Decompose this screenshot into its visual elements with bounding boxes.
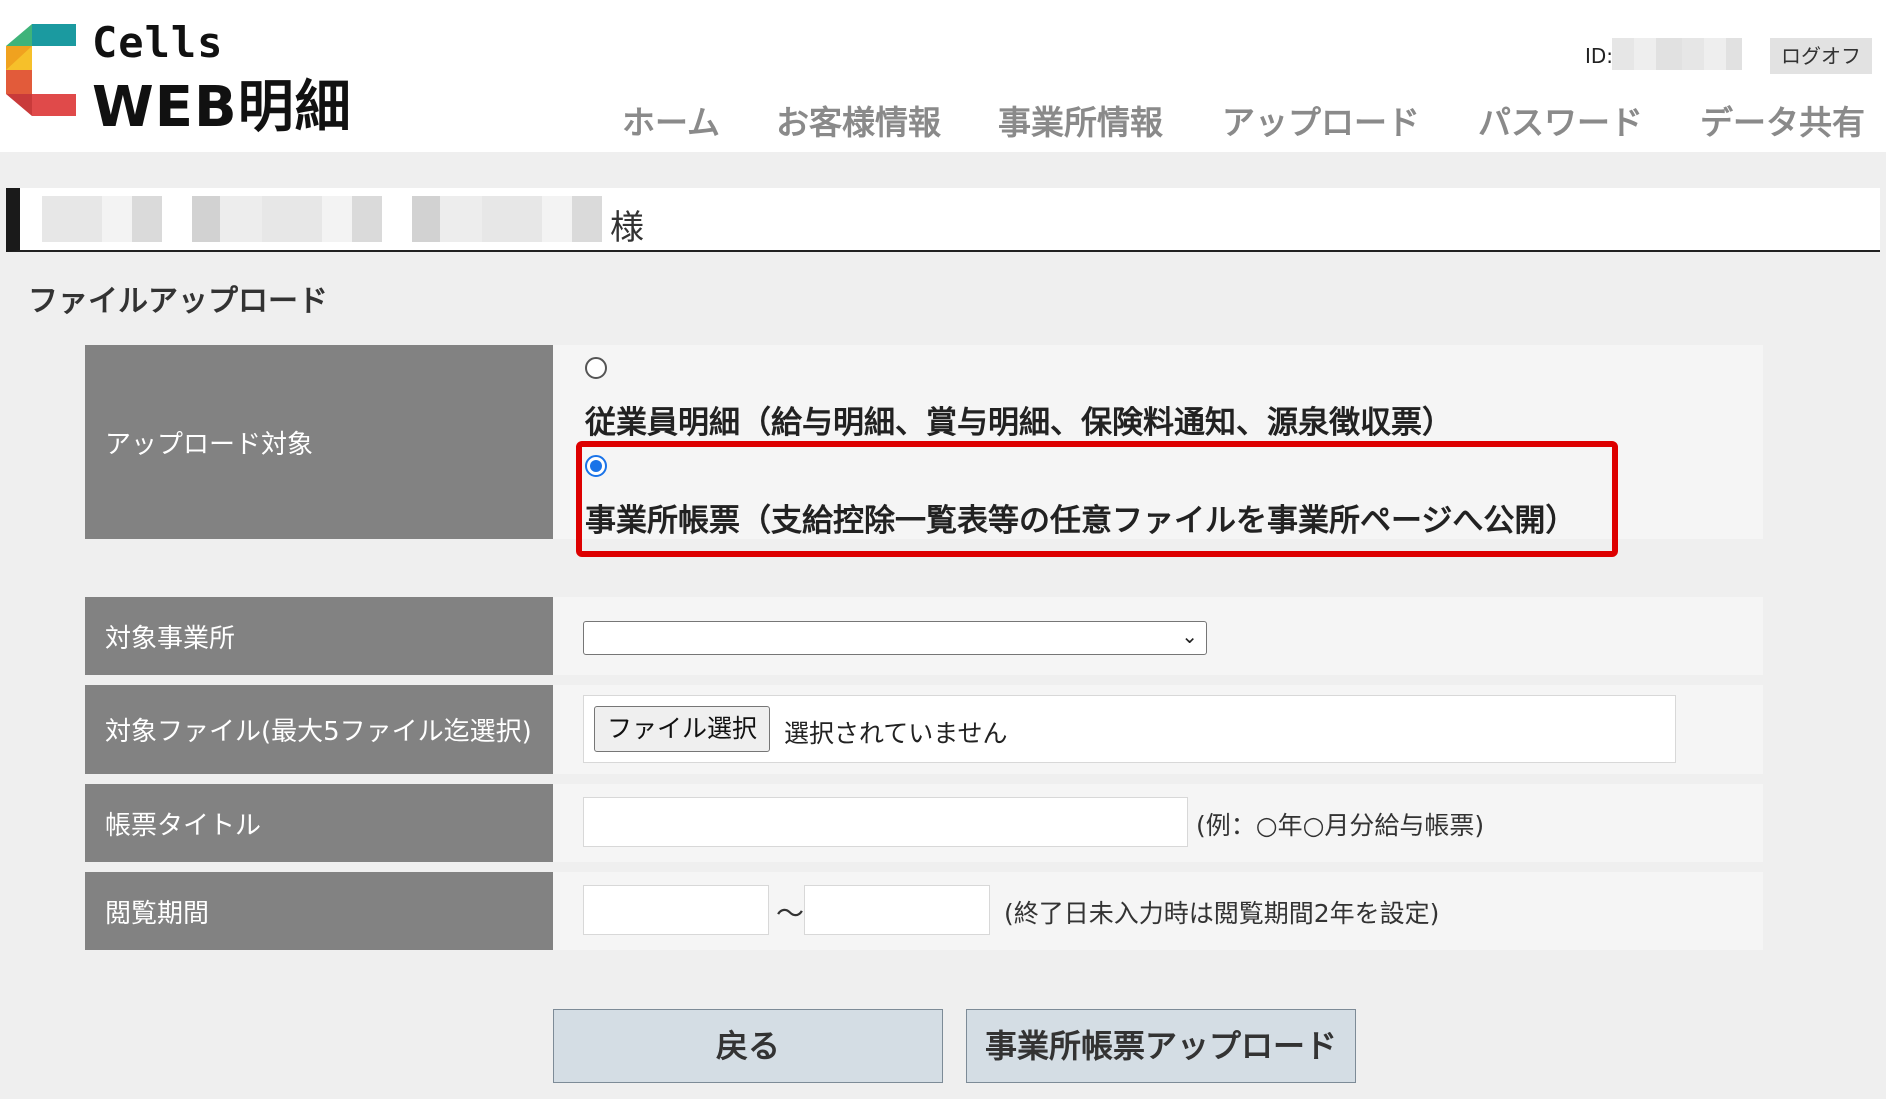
- view-period-label: 閲覧期間: [85, 872, 553, 950]
- selection-highlight-box: [576, 441, 1618, 557]
- nav-customer-info[interactable]: お客様情報: [776, 96, 941, 144]
- view-period-hint: (終了日未入力時は閲覧期間2年を設定): [1004, 899, 1440, 928]
- customer-honorific: 様: [610, 208, 644, 248]
- file-input: ファイル選択 選択されていません: [583, 695, 1676, 763]
- period-separator: ～: [776, 897, 805, 930]
- period-from-input[interactable]: [583, 885, 769, 935]
- chevron-down-icon: ⌄: [1181, 624, 1198, 648]
- nav-office-info[interactable]: 事業所情報: [998, 96, 1163, 144]
- logoff-button[interactable]: ログオフ: [1770, 38, 1872, 74]
- office-select[interactable]: ⌄: [583, 621, 1207, 655]
- radio-employee-statements-label[interactable]: 従業員明細（給与明細、賞与明細、保険料通知、源泉徴収票）: [585, 397, 1453, 442]
- page-title: ファイルアップロード: [28, 284, 328, 319]
- nav-upload[interactable]: アップロード: [1222, 96, 1420, 144]
- office-label: 対象事業所: [85, 597, 553, 675]
- main-nav: ホーム お客様情報 事業所情報 アップロード パスワード データ共有: [0, 96, 1886, 146]
- choose-file-button[interactable]: ファイル選択: [594, 706, 771, 752]
- period-to-input[interactable]: [804, 885, 990, 935]
- customer-bar: 様: [6, 188, 1880, 252]
- file-label: 対象ファイル(最大5ファイル迄選択): [85, 685, 553, 774]
- report-title-input[interactable]: [583, 797, 1188, 847]
- user-id-redacted: [1612, 38, 1742, 70]
- user-id-label: ID:: [1585, 44, 1614, 68]
- nav-password[interactable]: パスワード: [1478, 96, 1643, 144]
- radio-employee-statements[interactable]: [585, 357, 607, 379]
- customer-name-redacted: [42, 196, 612, 242]
- report-title-hint: (例：○年○月分給与帳票): [1196, 811, 1485, 840]
- header: Cells WEB明細 ID: ログオフ ホーム お客様情報 事業所情報 アップ…: [0, 0, 1886, 152]
- file-status-text: 選択されていません: [784, 719, 1008, 748]
- back-button[interactable]: 戻る: [553, 1009, 943, 1083]
- office-forms-upload-button[interactable]: 事業所帳票アップロード: [966, 1009, 1356, 1083]
- brand-top: Cells: [92, 18, 224, 67]
- nav-home[interactable]: ホーム: [622, 96, 720, 144]
- upload-target-label: アップロード対象: [85, 345, 553, 539]
- report-title-label: 帳票タイトル: [85, 784, 553, 862]
- nav-data-share[interactable]: データ共有: [1700, 96, 1865, 144]
